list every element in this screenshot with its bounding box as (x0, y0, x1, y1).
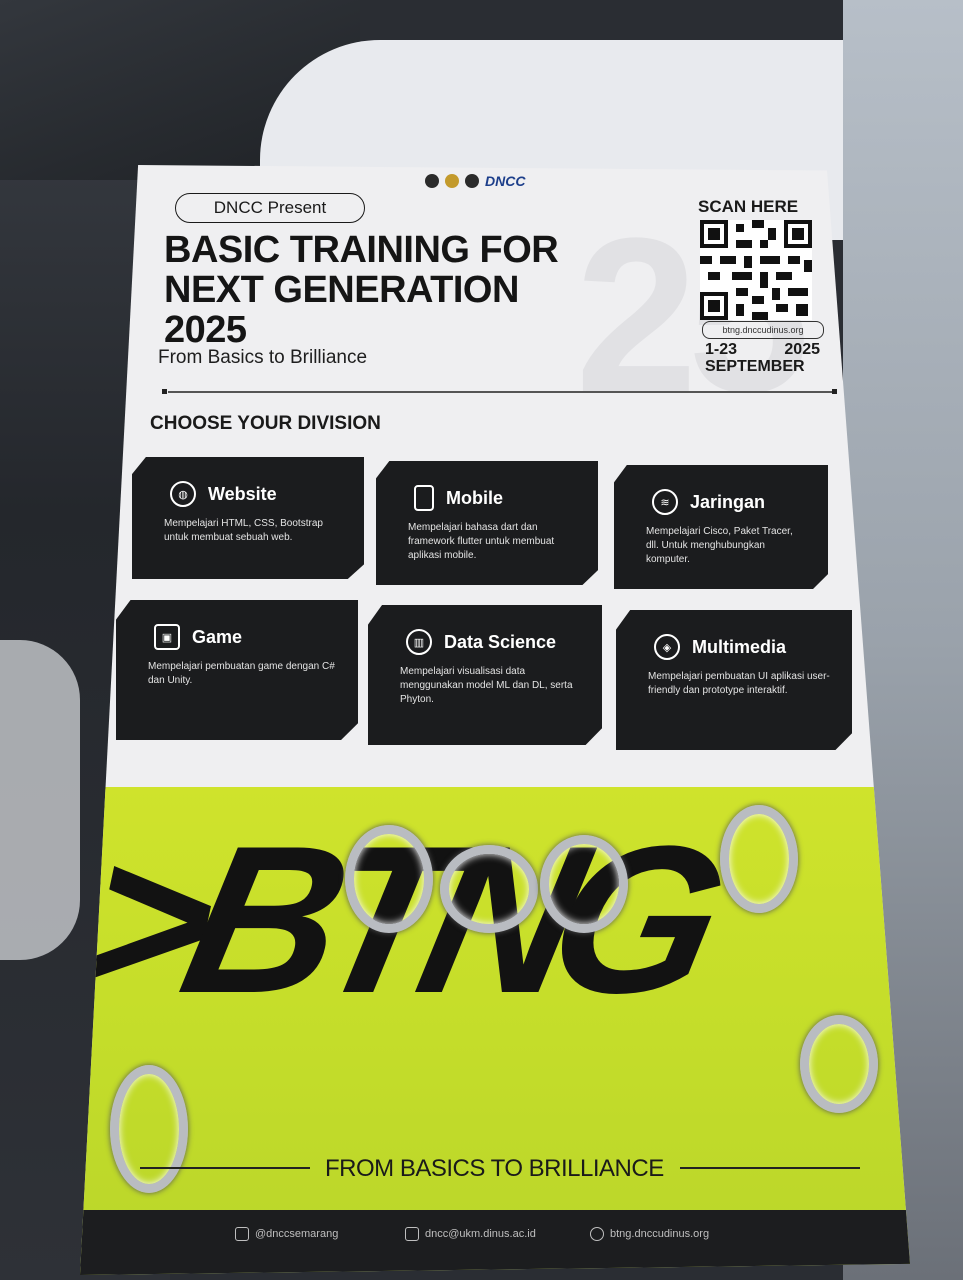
university-logo-icon (425, 174, 439, 188)
date-month: SEPTEMBER (705, 358, 805, 375)
division-card-website[interactable]: ◍ Website Mempelajari HTML, CSS, Bootstr… (132, 457, 364, 579)
medal-logo-icon (445, 174, 459, 188)
email-address: dncc@ukm.dinus.ac.id (425, 1228, 536, 1240)
division-card-multimedia[interactable]: ◈ Multimedia Mempelajari pembuatan UI ap… (616, 610, 852, 750)
divider-dot-left (162, 389, 167, 394)
division-name: Game (192, 626, 243, 647)
poster-subtitle: From Basics to Brilliance (158, 347, 368, 368)
date-year: 2025 (784, 341, 820, 358)
website-url: btng.dnccudinus.org (610, 1228, 710, 1240)
contact-instagram[interactable]: @dnccsemarang (235, 1227, 338, 1241)
mail-icon (405, 1227, 419, 1241)
division-desc: Mempelajari pembuatan UI aplikasi user-f… (648, 671, 830, 696)
division-desc: Mempelajari visualisasi data menggunakan… (400, 666, 573, 705)
footer-line-left (140, 1167, 310, 1169)
division-name: Multimedia (692, 636, 787, 657)
footer-line-right (680, 1167, 860, 1169)
footer-tagline: FROM BASICS TO BRILLIANCE (325, 1155, 664, 1182)
instagram-icon (235, 1227, 249, 1241)
globe-icon: ◍ (170, 481, 196, 507)
division-card-jaringan[interactable]: ≋ Jaringan Mempelajari Cisco, Paket Trac… (614, 465, 828, 589)
instagram-handle: @dnccsemarang (255, 1228, 339, 1240)
title-line-2: NEXT GENERATION (164, 269, 519, 311)
division-desc: Mempelajari Cisco, Paket Tracer, dll. Un… (646, 526, 793, 565)
division-card-data-science[interactable]: ▥ Data Science Mempelajari visualisasi d… (368, 605, 602, 745)
division-desc: Mempelajari bahasa dart dan framework fl… (408, 522, 555, 561)
chart-icon: ▥ (406, 629, 432, 655)
chrome-ornament (110, 1065, 188, 1193)
date-range: 1-23 (705, 341, 738, 358)
contact-bar (80, 1210, 910, 1275)
scan-label: SCAN HERE (698, 197, 799, 216)
division-desc: Mempelajari HTML, CSS, Bootstrap untuk m… (164, 518, 323, 543)
poster: 25 DNCC DNCC Present BASIC TRAINING FOR … (80, 165, 910, 1275)
dncc-logo: DNCC (485, 173, 526, 189)
contact-website[interactable]: btng.dnccudinus.org (590, 1227, 709, 1241)
title-line-1: BASIC TRAINING FOR (164, 229, 559, 271)
section-heading: CHOOSE YOUR DIVISION (150, 413, 381, 434)
title-line-3: 2025 (164, 309, 247, 351)
chrome-ornament (440, 845, 538, 933)
poster-title: BASIC TRAINING FOR NEXT GENERATION 2025 (164, 230, 664, 350)
contact-email[interactable]: dncc@ukm.dinus.ac.id (405, 1227, 536, 1241)
division-card-game[interactable]: ▣ Game Mempelajari pembuatan game dengan… (116, 600, 358, 740)
compass-icon: ◈ (654, 634, 680, 660)
gamepad-icon: ▣ (154, 624, 180, 650)
chrome-ornament (540, 835, 628, 933)
qr-code-icon[interactable] (700, 220, 812, 320)
division-name: Data Science (444, 631, 557, 652)
globe-icon (590, 1227, 604, 1241)
wifi-icon: ≋ (652, 489, 678, 515)
sponsor-logos: DNCC (425, 173, 525, 189)
divider-dot-right (832, 389, 837, 394)
divider (168, 391, 833, 393)
chrome-ornament (800, 1015, 878, 1113)
qr-url[interactable]: btng.dnccudinus.org (702, 321, 824, 339)
present-badge: DNCC Present (175, 193, 365, 223)
division-name: Mobile (446, 487, 503, 508)
division-name: Website (208, 483, 277, 504)
division-card-mobile[interactable]: Mobile Mempelajari bahasa dart dan frame… (376, 461, 598, 585)
background-sleeve (0, 640, 80, 960)
phone-icon (414, 485, 434, 511)
event-dates: 1-23 2025 SEPTEMBER (705, 341, 820, 375)
division-name: Jaringan (690, 491, 766, 512)
division-desc: Mempelajari pembuatan game dengan C# dan… (148, 661, 335, 686)
chrome-ornament (720, 805, 798, 913)
shield-logo-icon (465, 174, 479, 188)
chrome-ornament (345, 825, 433, 933)
